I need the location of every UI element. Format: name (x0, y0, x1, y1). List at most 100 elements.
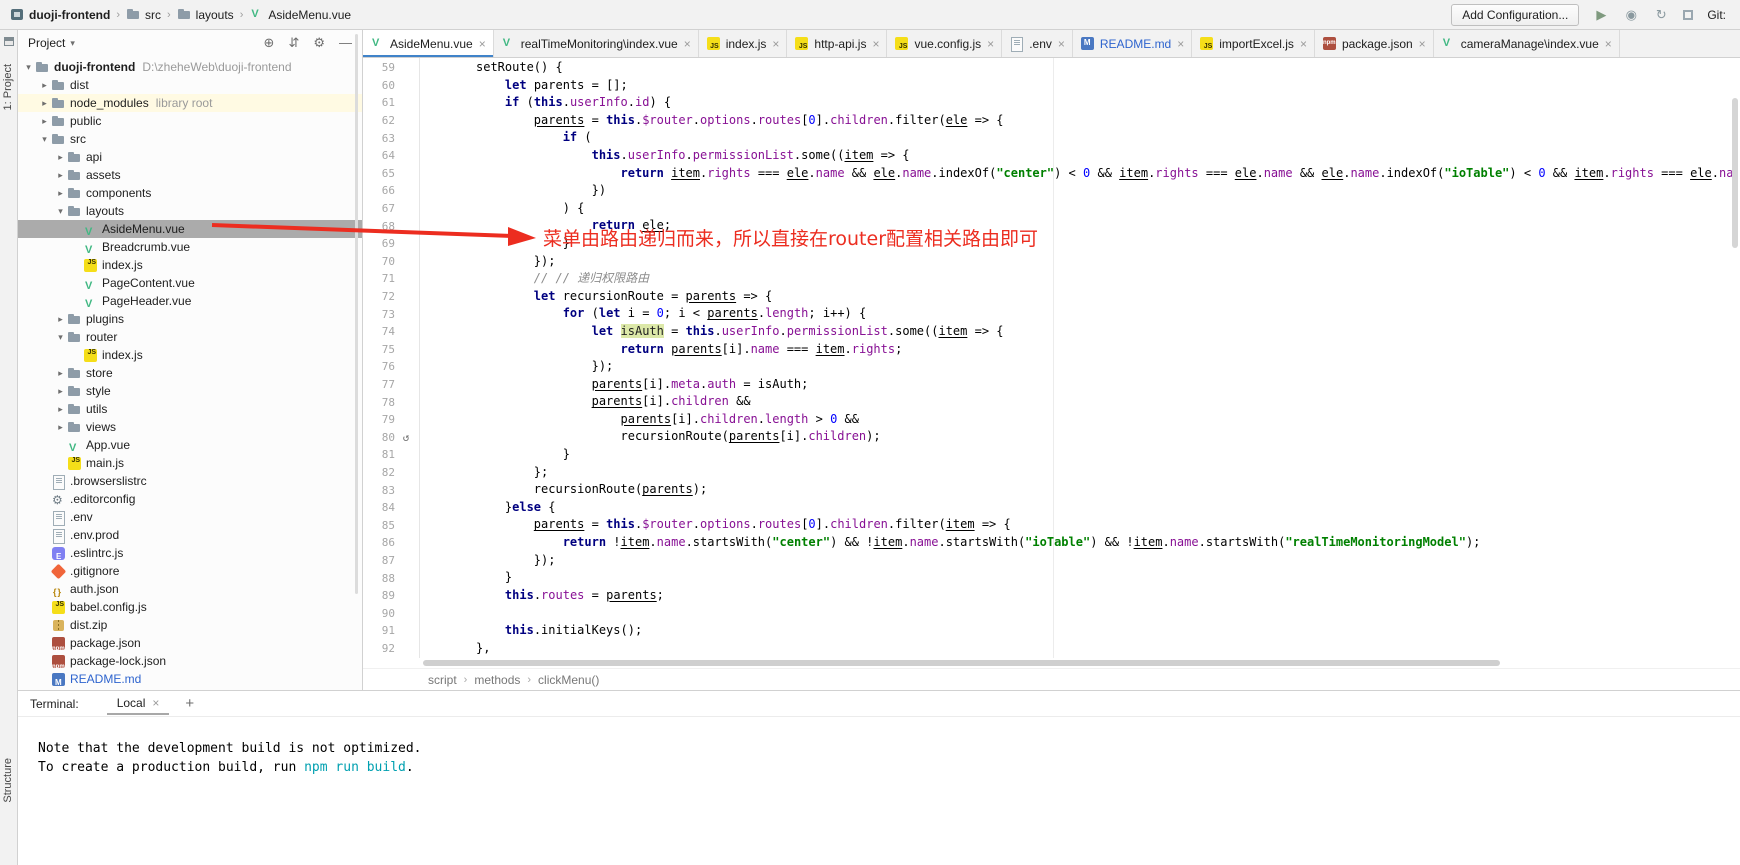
tree-item-package-lock.json[interactable]: package-lock.json (18, 652, 362, 670)
tree-item-auth.json[interactable]: auth.json (18, 580, 362, 598)
line-number[interactable]: 76 (363, 360, 395, 373)
line-number[interactable]: 68 (363, 220, 395, 233)
line-number[interactable]: 67 (363, 202, 395, 215)
code-line[interactable]: } (476, 446, 1740, 464)
close-icon[interactable]: × (152, 696, 159, 710)
code-line[interactable]: parents = this.$router.options.routes[0]… (476, 112, 1740, 130)
hide-panel-icon[interactable]: — (339, 35, 352, 51)
line-number[interactable]: 59 (363, 61, 395, 74)
tree-item-.eslintrc.js[interactable]: .eslintrc.js (18, 544, 362, 562)
line-number[interactable]: 87 (363, 554, 395, 567)
tree-item-duoji-frontend[interactable]: ▾duoji-frontendD:\zheheWeb\duoji-fronten… (18, 58, 362, 76)
line-number[interactable]: 70 (363, 255, 395, 268)
line-number[interactable]: 88 (363, 572, 395, 585)
line-number[interactable]: 73 (363, 308, 395, 321)
code-line[interactable]: }; (476, 464, 1740, 482)
line-number[interactable]: 66 (363, 184, 395, 197)
code-line[interactable]: for (let i = 0; i < parents.length; i++)… (476, 305, 1740, 323)
code-line[interactable]: if ( (476, 129, 1740, 147)
tree-item-AsideMenu.vue[interactable]: AsideMenu.vue (18, 220, 362, 238)
scrollbar-thumb[interactable] (1732, 98, 1738, 248)
tab-cameraManage\index.vue[interactable]: cameraManage\index.vue× (1434, 30, 1620, 57)
collapse-all-icon[interactable]: ⇵ (288, 35, 299, 51)
code-line[interactable]: }); (476, 253, 1740, 271)
code-line[interactable]: return parents[i].name === item.rights; (476, 341, 1740, 359)
breadcrumb-item-methods[interactable]: methods (474, 673, 520, 687)
settings-icon[interactable]: ⚙ (313, 35, 325, 51)
line-number[interactable]: 62 (363, 114, 395, 127)
line-number[interactable]: 64 (363, 149, 395, 162)
line-number[interactable]: 77 (363, 378, 395, 391)
stop-icon[interactable] (1683, 10, 1693, 20)
chevron-right-icon[interactable]: ▸ (54, 184, 67, 202)
code-line[interactable]: parents[i].children.length > 0 && (476, 411, 1740, 429)
line-number[interactable]: 82 (363, 466, 395, 479)
tab-AsideMenu.vue[interactable]: AsideMenu.vue× (363, 30, 494, 57)
chevron-right-icon[interactable]: ▸ (54, 400, 67, 418)
chevron-down-icon[interactable]: ▾ (38, 130, 51, 148)
code-line[interactable]: this.initialKeys(); (476, 622, 1740, 640)
line-number[interactable]: 84 (363, 501, 395, 514)
close-icon[interactable]: × (1419, 37, 1426, 51)
tree-item-api[interactable]: ▸api (18, 148, 362, 166)
code-line[interactable]: }else { (476, 499, 1740, 517)
tab-vue.config.js[interactable]: vue.config.js× (887, 30, 1002, 57)
tree-item-package.json[interactable]: package.json (18, 634, 362, 652)
tree-item-components[interactable]: ▸components (18, 184, 362, 202)
scrollbar-thumb[interactable] (423, 660, 1500, 666)
sync-icon[interactable]: ↻ (1653, 7, 1669, 23)
tree-item-plugins[interactable]: ▸plugins (18, 310, 362, 328)
line-number[interactable]: 61 (363, 96, 395, 109)
tab-index.js[interactable]: index.js× (699, 30, 788, 57)
line-number[interactable]: 65 (363, 167, 395, 180)
code-line[interactable]: if (this.userInfo.id) { (476, 94, 1740, 112)
tab-.env[interactable]: .env× (1002, 30, 1073, 57)
breadcrumb-item-script[interactable]: script (428, 673, 457, 687)
code-line[interactable]: } (476, 569, 1740, 587)
code-line[interactable]: this.userInfo.permissionList.some((item … (476, 147, 1740, 165)
locate-file-icon[interactable]: ⊕ (264, 35, 275, 51)
line-number[interactable]: 60 (363, 79, 395, 92)
tree-item-assets[interactable]: ▸assets (18, 166, 362, 184)
chevron-right-icon[interactable]: ▸ (54, 418, 67, 436)
tree-item-views[interactable]: ▸views (18, 418, 362, 436)
project-scrollbar[interactable] (355, 34, 358, 594)
line-number[interactable]: 69 (363, 237, 395, 250)
line-number[interactable]: 79 (363, 413, 395, 426)
tree-item-style[interactable]: ▸style (18, 382, 362, 400)
line-number[interactable]: 72 (363, 290, 395, 303)
project-toolwindow-button[interactable]: 1: Project (2, 64, 14, 110)
tab-README.md[interactable]: README.md× (1073, 30, 1192, 57)
tab-importExcel.js[interactable]: importExcel.js× (1192, 30, 1315, 57)
tree-item-layouts[interactable]: ▾layouts (18, 202, 362, 220)
code-line[interactable]: parents[i].meta.auth = isAuth; (476, 376, 1740, 394)
editor-vertical-scrollbar[interactable] (1730, 58, 1740, 658)
tree-item-.env.prod[interactable]: .env.prod (18, 526, 362, 544)
tab-http-api.js[interactable]: http-api.js× (787, 30, 887, 57)
tree-item-main.js[interactable]: main.js (18, 454, 362, 472)
code-line[interactable]: this.routes = parents; (476, 587, 1740, 605)
tab-realTimeMonitoring\index.vue[interactable]: realTimeMonitoring\index.vue× (494, 30, 699, 57)
line-number[interactable]: 75 (363, 343, 395, 356)
line-number[interactable]: 90 (363, 607, 395, 620)
close-icon[interactable]: × (1300, 37, 1307, 51)
debug-icon[interactable]: ◉ (1623, 7, 1639, 23)
close-icon[interactable]: × (684, 37, 691, 51)
code-line[interactable] (476, 604, 1740, 622)
tree-item-store[interactable]: ▸store (18, 364, 362, 382)
chevron-right-icon[interactable]: ▸ (38, 94, 51, 112)
chevron-right-icon[interactable]: ▸ (38, 76, 51, 94)
code-line[interactable]: let recursionRoute = parents => { (476, 288, 1740, 306)
chevron-right-icon[interactable]: ▸ (54, 148, 67, 166)
line-number[interactable]: 78 (363, 396, 395, 409)
run-icon[interactable]: ▶ (1593, 7, 1609, 23)
chevron-right-icon[interactable]: ▸ (54, 382, 67, 400)
code-line[interactable]: }) (476, 182, 1740, 200)
close-icon[interactable]: × (772, 37, 779, 51)
tree-item-router[interactable]: ▾router (18, 328, 362, 346)
close-icon[interactable]: × (1058, 37, 1065, 51)
breadcrumb-item-duoji-frontend[interactable]: duoji-frontend (8, 7, 112, 22)
chevron-right-icon[interactable]: ▸ (54, 166, 67, 184)
line-number[interactable]: 63 (363, 132, 395, 145)
chevron-right-icon[interactable]: ▸ (54, 310, 67, 328)
